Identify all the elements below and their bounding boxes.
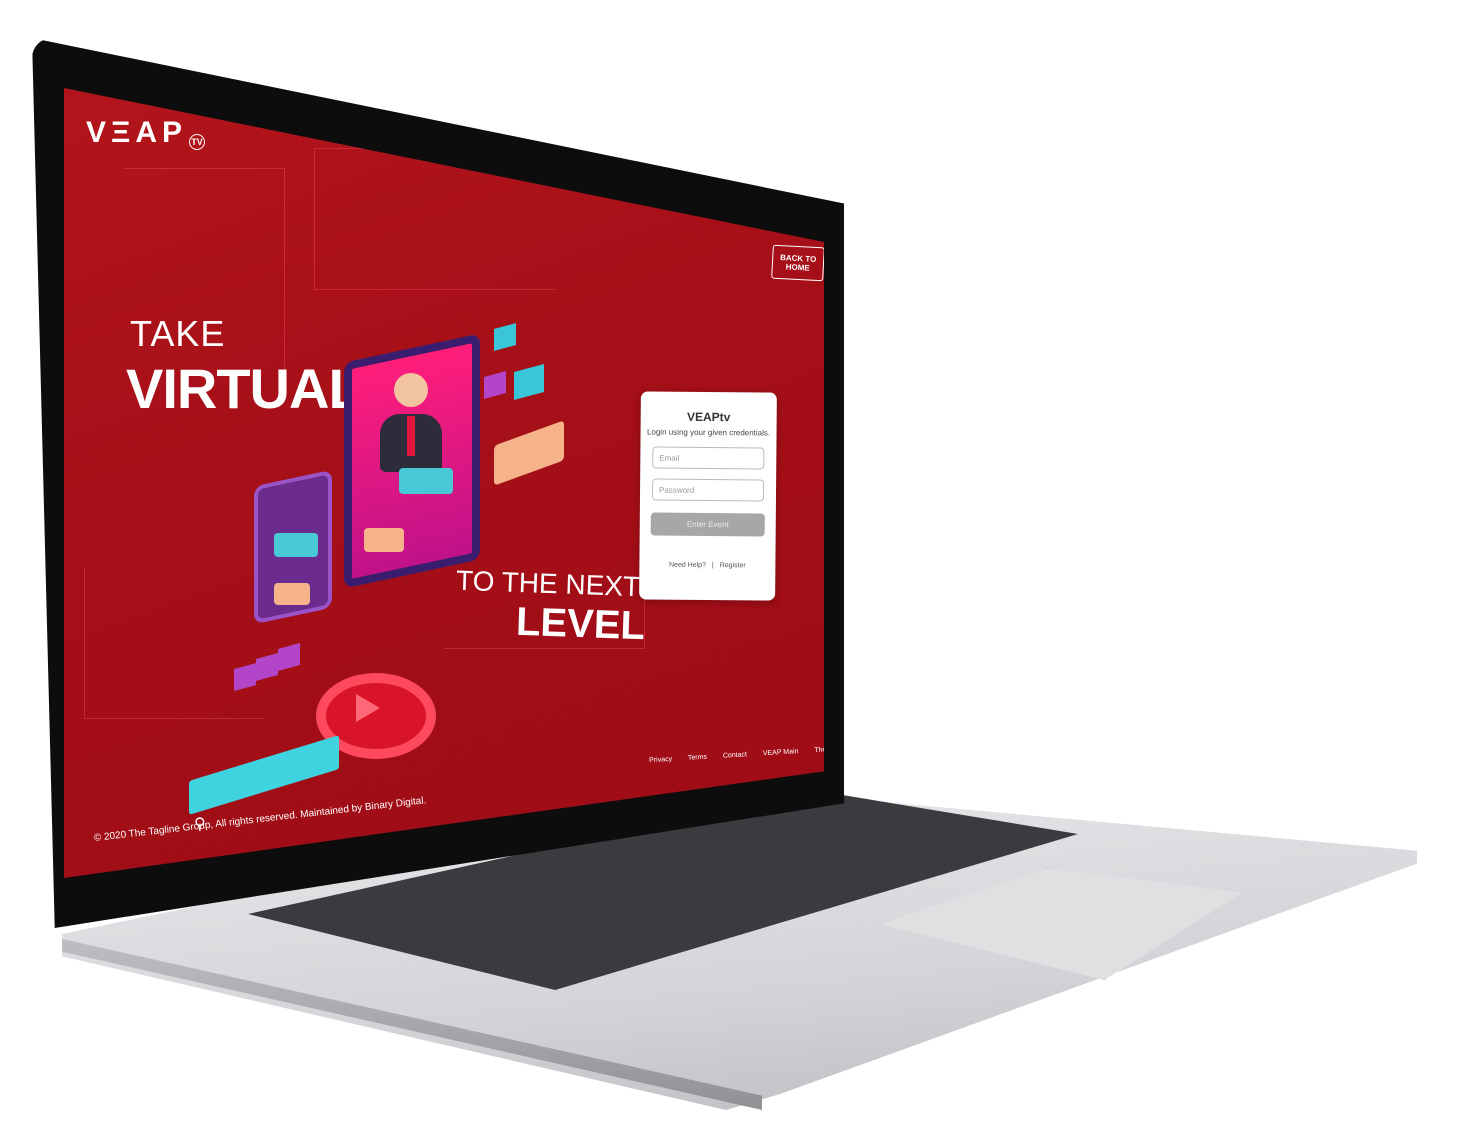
- chat-bubble: [399, 468, 453, 494]
- veap-logo[interactable]: VΞAP TV: [86, 116, 205, 150]
- chat-bubble: [274, 533, 318, 557]
- circuit-line: [84, 568, 265, 719]
- footer-link-terms[interactable]: Terms: [688, 754, 707, 762]
- laptop-mockup: VΞAP TV BACK TO HOME TAKE VIRTUAL TO THE …: [0, 0, 1460, 1147]
- logo-tv-badge: TV: [189, 134, 205, 150]
- need-help-link[interactable]: Need Help?: [669, 562, 706, 569]
- volume-cube-icon: [514, 363, 544, 401]
- password-field[interactable]: [651, 478, 765, 502]
- login-subtitle: Login using your given credentials.: [646, 427, 771, 438]
- presenter-head: [394, 373, 428, 407]
- login-links: Need Help? | Register: [639, 561, 775, 570]
- footer-links: Privacy Terms Contact VEAP Main The Tagl…: [649, 743, 824, 765]
- enter-event-button[interactable]: Enter Event: [650, 512, 765, 537]
- presenter-tie: [407, 416, 415, 456]
- chat-bubble: [494, 420, 564, 486]
- login-card: VEAPtv Login using your given credential…: [639, 391, 777, 601]
- link-separator: |: [711, 562, 714, 570]
- footer-link-contact[interactable]: Contact: [723, 751, 748, 759]
- play-icon: [356, 694, 380, 722]
- login-title: VEAPtv: [686, 409, 731, 425]
- lock-cube-icon: [278, 643, 300, 671]
- hero-line-take: TAKE: [130, 313, 226, 354]
- virtual-event-illustration: ⚲: [189, 323, 584, 833]
- user-cube-icon: [256, 653, 278, 681]
- chat-bubble: [274, 583, 310, 605]
- settings-cube-icon: [494, 323, 516, 351]
- chart-cube-icon: [484, 371, 506, 399]
- register-link[interactable]: Register: [720, 562, 746, 569]
- footer-link-veap-main[interactable]: VEAP Main: [763, 748, 799, 757]
- back-to-home-button[interactable]: BACK TO HOME: [771, 244, 824, 282]
- footer-link-tagline-group[interactable]: The Tagline Group: [814, 744, 824, 754]
- chat-bubble: [364, 528, 404, 552]
- search-bar-illustration: [189, 735, 339, 815]
- email-field[interactable]: [652, 446, 765, 470]
- logo-text: VΞAP: [86, 116, 187, 149]
- footer-link-privacy[interactable]: Privacy: [649, 756, 672, 764]
